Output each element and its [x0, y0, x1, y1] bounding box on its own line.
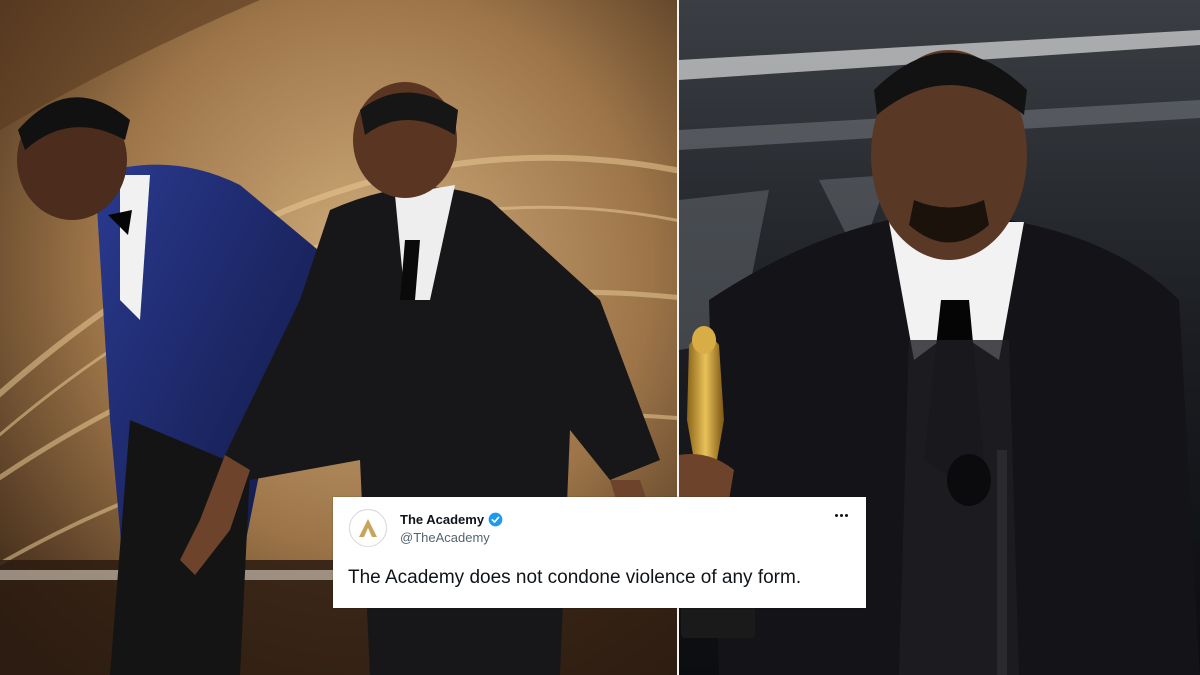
tweet-text: The Academy does not condone violence of… — [348, 567, 802, 588]
avatar[interactable] — [349, 509, 387, 547]
dot — [839, 513, 843, 517]
dot — [834, 513, 838, 517]
more-dots-icon[interactable] — [830, 507, 852, 523]
dot — [844, 513, 848, 517]
verified-badge-icon — [488, 512, 503, 527]
tweet-handle[interactable]: @TheAcademy — [400, 530, 490, 545]
tweet-display-name[interactable]: The Academy — [400, 512, 484, 527]
academy-logo-icon — [359, 519, 377, 537]
tweet-card[interactable]: The Academy @TheAcademy The Academy does… — [333, 497, 866, 608]
